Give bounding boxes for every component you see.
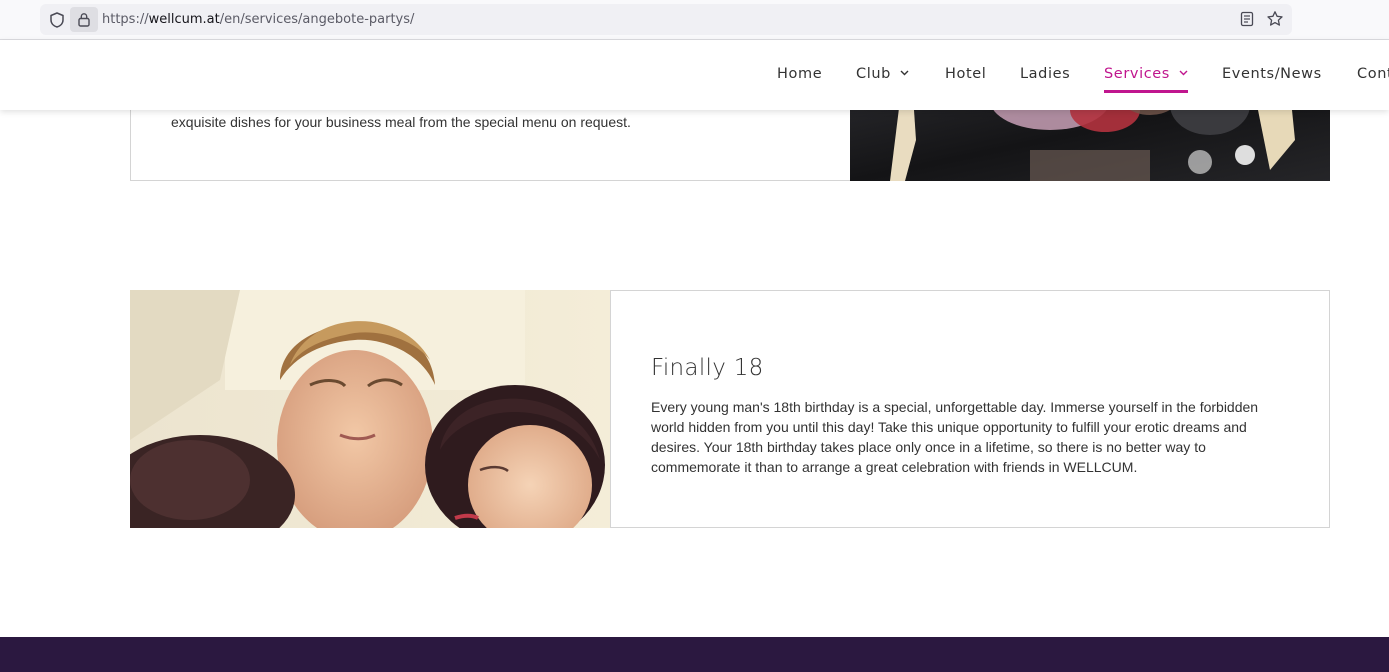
business-meal-text: exquisite dishes for your business meal …: [171, 114, 631, 130]
nav-item-label: Hotel: [945, 66, 987, 82]
finally-18-body: Every young man's 18th birthday is a spe…: [651, 399, 1259, 475]
nav-item-label: Club: [856, 66, 891, 82]
site-footer: [0, 637, 1389, 672]
nav-item-label: Ladies: [1020, 66, 1071, 82]
url-prefix: https://: [102, 12, 149, 27]
nav-item-services[interactable]: Services: [1104, 66, 1188, 93]
reader-view-icon[interactable]: [1239, 11, 1255, 27]
finally-18-photo: [130, 290, 611, 528]
nav-item-label: Home: [777, 66, 823, 82]
url-path: /en/services/angebote-partys/: [219, 12, 415, 27]
finally-18-card: Finally 18 Every young man's 18th birthd…: [610, 290, 1330, 528]
site-header: Home Club Hotel Ladies Services Events/N…: [0, 40, 1389, 110]
nav-item-club[interactable]: Club: [856, 66, 909, 82]
shield-icon[interactable]: [48, 11, 66, 29]
nav-item-contact[interactable]: Cont: [1357, 66, 1389, 82]
url-domain: wellcum.at: [148, 12, 220, 27]
lock-icon: [78, 13, 90, 27]
site-info-button[interactable]: [70, 7, 98, 32]
chevron-down-icon: [1179, 70, 1188, 76]
finally-18-title: Finally 18: [651, 355, 764, 381]
nav-item-label: Cont: [1357, 66, 1389, 82]
nav-item-events-news[interactable]: Events/News: [1222, 66, 1322, 82]
url-text[interactable]: https://wellcum.at/en/services/angebote-…: [102, 12, 414, 27]
nav-item-hotel[interactable]: Hotel: [945, 66, 986, 82]
active-nav-underline: [1104, 90, 1188, 93]
browser-toolbar: https://wellcum.at/en/services/angebote-…: [0, 0, 1389, 40]
chevron-down-icon: [900, 70, 909, 76]
nav-item-home[interactable]: Home: [777, 66, 822, 82]
address-bar[interactable]: https://wellcum.at/en/services/angebote-…: [40, 4, 1292, 35]
bookmark-star-icon[interactable]: [1266, 10, 1284, 28]
nav-item-ladies[interactable]: Ladies: [1020, 66, 1070, 82]
nav-item-label: Events/News: [1222, 66, 1322, 82]
nav-item-label: Services: [1104, 66, 1170, 82]
